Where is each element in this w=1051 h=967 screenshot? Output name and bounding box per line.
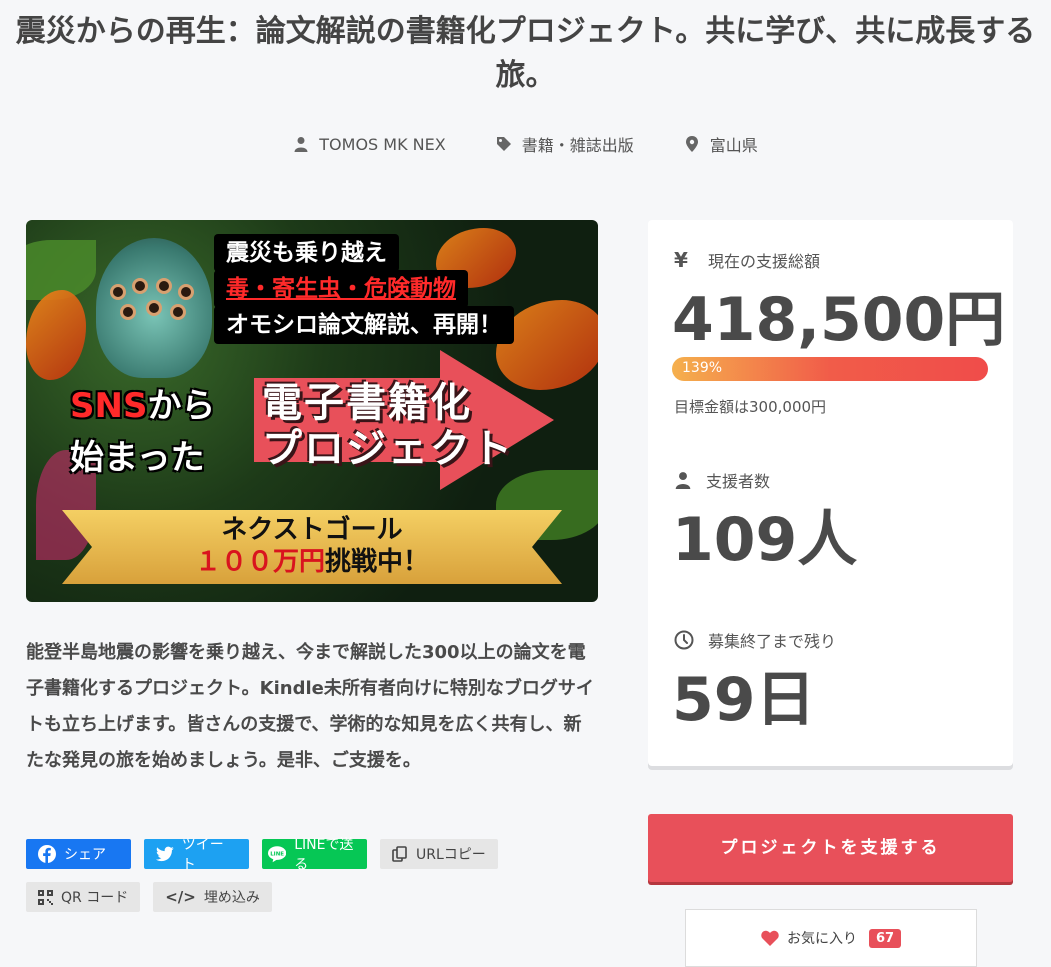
total-label: 現在の支援総額 <box>708 252 821 271</box>
heart-icon <box>761 930 779 946</box>
project-title: 震災からの再生：論文解説の書籍化プロジェクト。共に学び、共に成長する旅。 <box>15 14 1036 93</box>
qr-code-label: QR コード <box>61 890 129 906</box>
hero-caption-2: 毒・寄生虫・危険動物 <box>214 270 468 308</box>
twitter-share-label: ツイート <box>181 837 224 873</box>
tag-icon <box>496 137 511 151</box>
supporters-label-row: 支援者数 <box>674 468 770 492</box>
qr-code-button[interactable]: QR コード <box>26 882 141 912</box>
owner-name: TOMOS MK NEX <box>319 134 446 154</box>
goal-amount: 目標金額は300,000円 <box>674 398 827 416</box>
facebook-share-button[interactable]: シェア <box>26 839 131 869</box>
hero-ebook-text: 電子書籍化 プロジェクト <box>262 380 514 472</box>
category-link[interactable]: 書籍・雑誌出版 <box>496 132 634 156</box>
progress-percent: 139% <box>682 360 723 376</box>
ebook-line-2: プロジェクト <box>262 426 514 472</box>
total-amount: 418,500円 <box>672 285 1006 355</box>
hero-caption-3: オモシロ論文解説、再開！ <box>214 306 514 344</box>
supporters-count: 109人 <box>672 505 858 575</box>
share-buttons: シェア ツイート LINE LINEで送る URLコピー QR コード </> … <box>26 837 598 925</box>
qr-code-icon <box>38 889 53 905</box>
favorite-count-badge: 67 <box>868 928 902 948</box>
remaining-days: 59日 <box>672 665 816 735</box>
hero-sns-text: SNSから 始まった <box>70 380 215 484</box>
map-pin-icon <box>685 136 698 152</box>
ebook-line-1: 電子書籍化 <box>262 380 472 426</box>
location-link[interactable]: 富山県 <box>684 132 758 156</box>
line-share-label: LINEで送る <box>294 837 354 873</box>
twitter-share-button[interactable]: ツイート <box>144 837 249 873</box>
sns-line-2: 始まった <box>70 438 205 478</box>
total-label-row: ¥ 現在の支援総額 <box>674 248 820 272</box>
hero-caption-1: 震災も乗り越え <box>214 234 399 272</box>
remaining-label-row: 募集終了まで残り <box>674 628 836 652</box>
location-name: 富山県 <box>709 136 758 155</box>
owner-link[interactable]: TOMOS MK NEX <box>293 132 446 156</box>
funding-stats-card: ¥ 現在の支援総額 418,500円 139% 目標金額は300,000円 支援… <box>648 220 1013 766</box>
embed-button[interactable]: </> 埋め込み <box>153 882 272 912</box>
category-name: 書籍・雑誌出版 <box>521 136 634 155</box>
svg-text:LINE: LINE <box>270 851 284 857</box>
line-share-button[interactable]: LINE LINEで送る <box>262 837 367 873</box>
project-hero-image: 震災も乗り越え 毒・寄生虫・危険動物 オモシロ論文解説、再開！ SNSから 始ま… <box>26 220 598 602</box>
next-goal-text: ネクストゴール １００万円挑戦中！ <box>62 514 562 578</box>
yen-icon: ¥ <box>674 248 688 272</box>
monster-illustration <box>96 238 212 378</box>
code-icon: </> <box>165 888 196 906</box>
embed-label: 埋め込み <box>203 890 260 906</box>
user-icon <box>294 137 308 152</box>
facebook-share-label: シェア <box>64 847 106 863</box>
supporters-label: 支援者数 <box>706 472 771 491</box>
url-copy-label: URLコピー <box>416 847 486 863</box>
ribbon-amount: １００万円 <box>194 547 325 577</box>
sns-red-text: SNS <box>70 386 148 426</box>
favorite-label: お気に入り <box>786 931 857 947</box>
remaining-label: 募集終了まで残り <box>708 632 837 651</box>
project-description: 能登半島地震の影響を乗り越え、今まで解説した300以上の論文を電子書籍化するプロ… <box>26 642 594 771</box>
url-copy-button[interactable]: URLコピー <box>380 839 498 869</box>
project-meta: TOMOS MK NEX 書籍・雑誌出版 富山県 <box>0 132 1051 156</box>
support-project-button[interactable]: プロジェクトを支援する <box>648 814 1013 882</box>
ribbon-line-1: ネクストゴール <box>221 515 403 545</box>
copy-icon <box>392 846 407 862</box>
sns-white-text: から <box>147 386 216 426</box>
twitter-bird-icon <box>156 846 174 862</box>
line-icon: LINE <box>268 846 287 863</box>
favorite-button[interactable]: お気に入り 67 <box>685 909 977 967</box>
ribbon-challenge: 挑戦中！ <box>325 547 430 577</box>
clock-icon <box>674 630 694 650</box>
funding-progress-bar: 139% <box>672 357 988 381</box>
user-icon <box>675 472 691 489</box>
facebook-icon <box>38 845 56 863</box>
